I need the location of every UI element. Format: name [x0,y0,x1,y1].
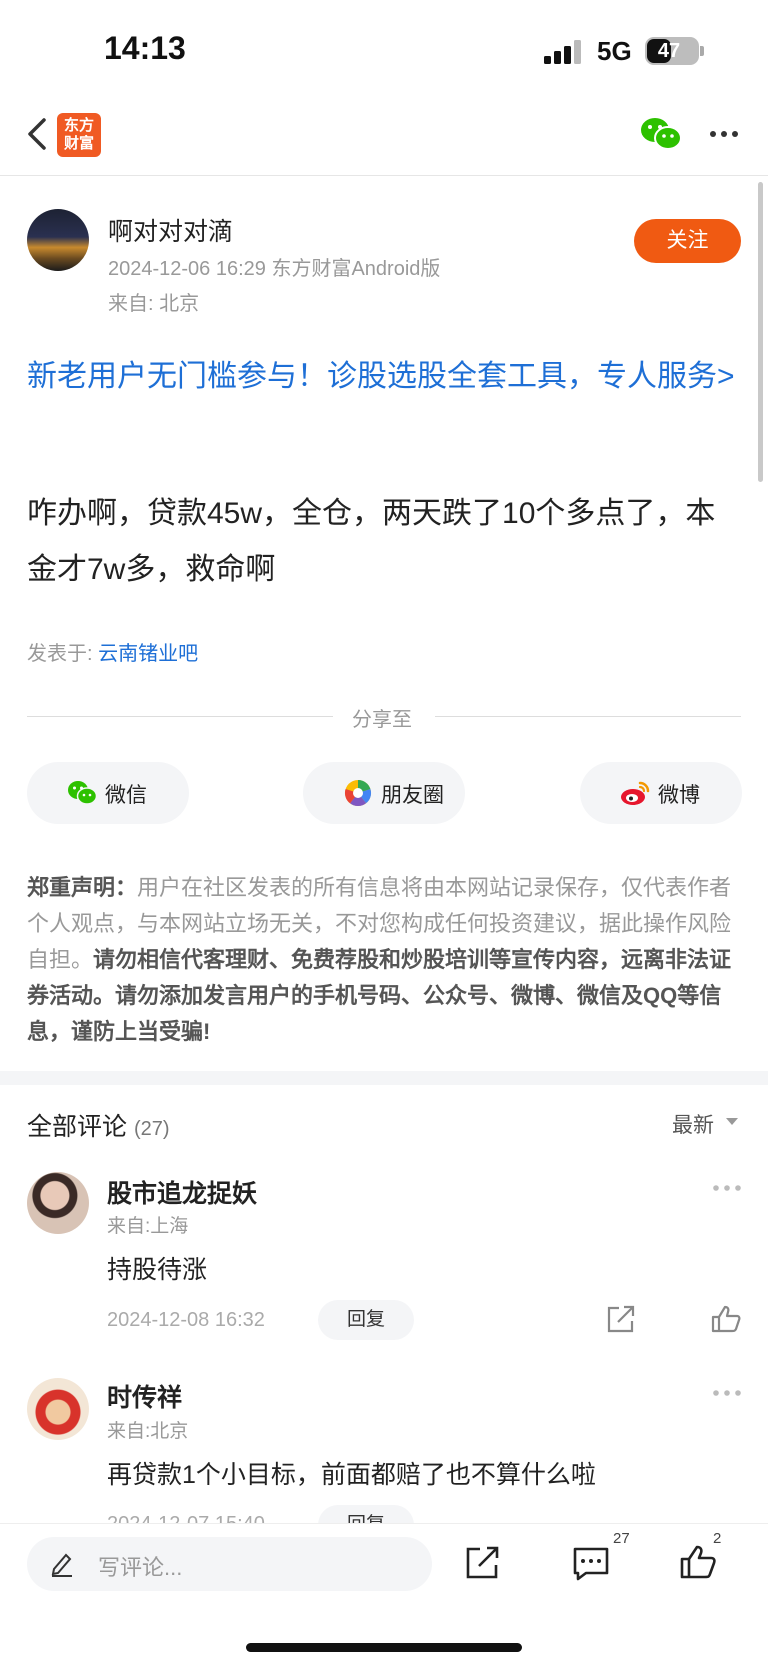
comments-count: (27) [133,1118,170,1140]
nav-divider [0,175,768,176]
share-divider-right [435,716,741,717]
share-title: 分享至 [352,709,412,731]
status-time: 14:13 [104,30,186,66]
author-name[interactable]: 啊对对对滴 [108,212,233,248]
share-icon[interactable] [465,1546,499,1580]
share-moments-label: 朋友圈 [381,784,444,807]
wechat-icon [68,781,97,805]
post-location: 来自: 北京 [108,293,200,315]
share-icon[interactable] [606,1305,636,1333]
weibo-icon [621,781,650,805]
forum-link[interactable]: 云南锗业吧 [98,643,198,665]
like-count: 2 [713,1530,722,1547]
comment-text: 持股待涨 [107,1256,208,1284]
wechat-share-icon[interactable] [640,116,682,152]
section-separator [0,1071,768,1085]
share-wechat-button[interactable]: 微信 [27,762,189,824]
pencil-icon [51,1553,72,1577]
comment-placeholder[interactable]: 写评论... [98,1550,182,1582]
disclaimer: 郑重声明：用户在社区发表的所有信息将由本网站记录保存，仅代表作者个人观点，与本网… [27,870,742,1050]
chevron-down-icon[interactable] [726,1118,738,1125]
comment-location: 来自:北京 [107,1421,189,1442]
comment-count: 27 [613,1530,630,1547]
comment-author[interactable]: 时传祥 [107,1378,182,1414]
promo-link[interactable]: 新老用户无门槛参与！诊股选股全套工具，专人服务> [27,352,742,402]
comment-input[interactable] [27,1537,432,1591]
reply-button[interactable]: 回复 [318,1300,414,1340]
network-label: 5G [597,36,632,66]
share-weibo-label: 微博 [658,784,700,807]
thumbs-up-icon[interactable] [680,1544,716,1580]
disclaimer-bold: 请勿相信代客理财、免费荐股和炒股培训等宣传内容，远离非法证券活动。请勿添加发言用… [27,947,732,1044]
battery-percent: 47 [657,40,681,62]
disclaimer-lead: 郑重声明： [27,875,138,900]
battery-tail [700,46,704,56]
comment-location: 来自:上海 [107,1216,189,1237]
comment-icon[interactable] [572,1546,610,1582]
comment-author[interactable]: 股市追龙捉妖 [107,1174,257,1210]
sort-dropdown[interactable]: 最新 [672,1109,714,1139]
home-indicator[interactable] [246,1643,522,1652]
comments-header: 全部评论 (27) [27,1107,170,1143]
comment-text: 再贷款1个小目标，前面都赔了也不算什么啦 [107,1461,596,1489]
share-moments-button[interactable]: 朋友圈 [303,762,465,824]
post-body: 咋办啊，贷款45w，全仓，两天跌了10个多点了，本金才7w多，救命啊 [27,497,716,586]
comment-date: 2024-12-08 16:32 [107,1309,265,1331]
posted-in: 发表于: 云南锗业吧 [27,637,198,666]
comment-avatar[interactable] [27,1378,89,1440]
post-meta: 2024-12-06 16:29 东方财富Android版 [108,258,441,280]
moments-icon [344,779,372,807]
share-divider-left [27,716,333,717]
eastmoney-logo[interactable]: 东方财富 [57,113,101,157]
share-wechat-label: 微信 [105,784,147,807]
share-weibo-button[interactable]: 微博 [580,762,742,824]
author-avatar[interactable] [27,209,89,271]
thumbs-up-icon[interactable] [711,1305,741,1333]
signal-icon [544,40,581,64]
comments-title: 全部评论 [27,1113,128,1141]
comment-avatar[interactable] [27,1172,89,1234]
posted-in-label: 发表于: [27,643,99,665]
back-arrow-icon[interactable] [24,114,54,154]
more-icon[interactable] [712,1183,742,1193]
more-icon[interactable] [712,1388,742,1398]
more-icon[interactable] [708,122,740,146]
battery-icon: 47 [645,37,699,65]
follow-button[interactable]: 关注 [634,219,741,263]
scrollbar[interactable] [758,182,763,482]
